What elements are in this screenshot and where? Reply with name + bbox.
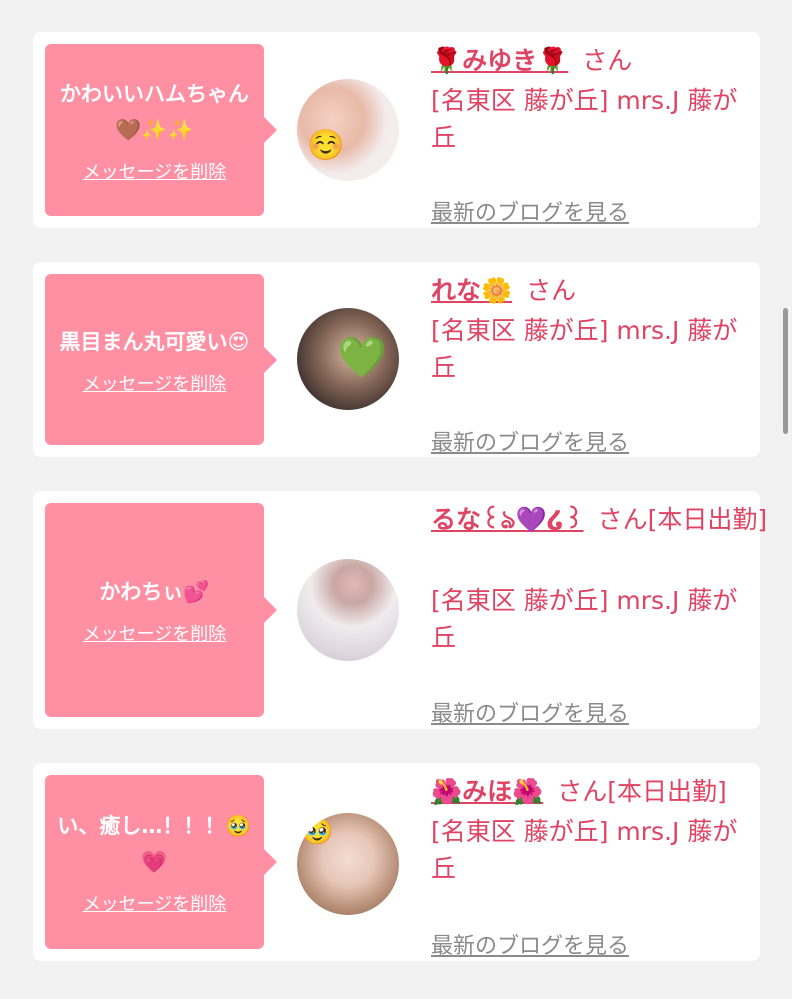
delete-message-link[interactable]: メッセージを削除	[83, 158, 227, 184]
honorific-wrap-spacer	[431, 541, 751, 578]
avatar[interactable]: 🥹	[297, 813, 399, 915]
therapist-info: 🌹みゆき🌹 さん [名東区 藤が丘] mrs.J 藤が丘 最新のブログを見る	[431, 44, 751, 226]
avatar[interactable]: ☺️	[297, 79, 399, 181]
latest-blog-link[interactable]: 最新のブログを見る	[431, 195, 629, 227]
honorific: さん	[526, 276, 577, 305]
shop-info: [名東区 藤が丘] mrs.J 藤が丘	[431, 586, 738, 652]
therapist-name-link[interactable]: るな꒰ঌ💜໒꒱	[431, 505, 584, 534]
avatar[interactable]	[297, 559, 399, 661]
message-text: 黒目まん丸可愛い😍	[59, 329, 250, 354]
message-bubble: い、癒し…！！！🥹💗 メッセージを削除	[45, 775, 277, 949]
therapist-info: れな🌼 さん [名東区 藤が丘] mrs.J 藤が丘 最新のブログを見る	[431, 274, 751, 456]
message-text: かわちぃ💕	[99, 580, 210, 604]
therapist-name-link[interactable]: れな🌼	[431, 276, 512, 305]
therapist-name-link[interactable]: 🌺みほ🌺	[431, 777, 543, 806]
therapist-name-link[interactable]: 🌹みゆき🌹	[431, 46, 568, 75]
avatar-overlay-emoji: 🥹	[301, 817, 334, 847]
honorific: さん[本日出勤]	[557, 777, 727, 806]
shop-info: [名東区 藤が丘] mrs.J 藤が丘	[431, 86, 738, 152]
latest-blog-link[interactable]: 最新のブログを見る	[431, 425, 629, 457]
message-text: い、癒し…！！！🥹💗	[57, 814, 252, 874]
message-card: かわちぃ💕 メッセージを削除 るな꒰ঌ💜໒꒱ さん[本日出勤] [名東区 藤が丘]…	[33, 491, 767, 729]
message-bubble: かわいいハムちゃん🤎✨✨ メッセージを削除	[45, 44, 277, 216]
scrollbar[interactable]	[783, 308, 788, 434]
shop-info: [名東区 藤が丘] mrs.J 藤が丘	[431, 817, 738, 883]
message-bubble: かわちぃ💕 メッセージを削除	[45, 503, 277, 717]
delete-message-link[interactable]: メッセージを削除	[83, 620, 227, 646]
honorific: さん[本日出勤]	[597, 505, 768, 534]
therapist-info: 🌺みほ🌺 さん[本日出勤] [名東区 藤が丘] mrs.J 藤が丘 最新のブログを…	[431, 775, 751, 959]
message-text: かわいいハムちゃん🤎✨✨	[60, 82, 249, 142]
avatar-overlay-emoji: ☺️	[307, 128, 345, 163]
latest-blog-link[interactable]: 最新のブログを見る	[431, 928, 629, 960]
delete-message-link[interactable]: メッセージを削除	[83, 370, 227, 396]
latest-blog-link[interactable]: 最新のブログを見る	[431, 696, 629, 728]
delete-message-link[interactable]: メッセージを削除	[83, 890, 227, 916]
shop-info: [名東区 藤が丘] mrs.J 藤が丘	[431, 316, 738, 382]
message-card: かわいいハムちゃん🤎✨✨ メッセージを削除 ☺️ 🌹みゆき🌹 さん [名東区 藤が…	[33, 32, 760, 228]
therapist-info: るな꒰ঌ💜໒꒱ さん[本日出勤] [名東区 藤が丘] mrs.J 藤が丘 最新のブ…	[431, 503, 767, 727]
avatar[interactable]: 💚	[297, 308, 399, 410]
honorific: さん	[582, 46, 633, 75]
message-card: い、癒し…！！！🥹💗 メッセージを削除 🥹 🌺みほ🌺 さん[本日出勤] [名東区 …	[33, 763, 760, 961]
message-card: 黒目まん丸可愛い😍 メッセージを削除 💚 れな🌼 さん [名東区 藤が丘] mrs…	[33, 262, 760, 457]
message-bubble: 黒目まん丸可愛い😍 メッセージを削除	[45, 274, 277, 445]
avatar-overlay-emoji: 💚	[337, 335, 387, 381]
